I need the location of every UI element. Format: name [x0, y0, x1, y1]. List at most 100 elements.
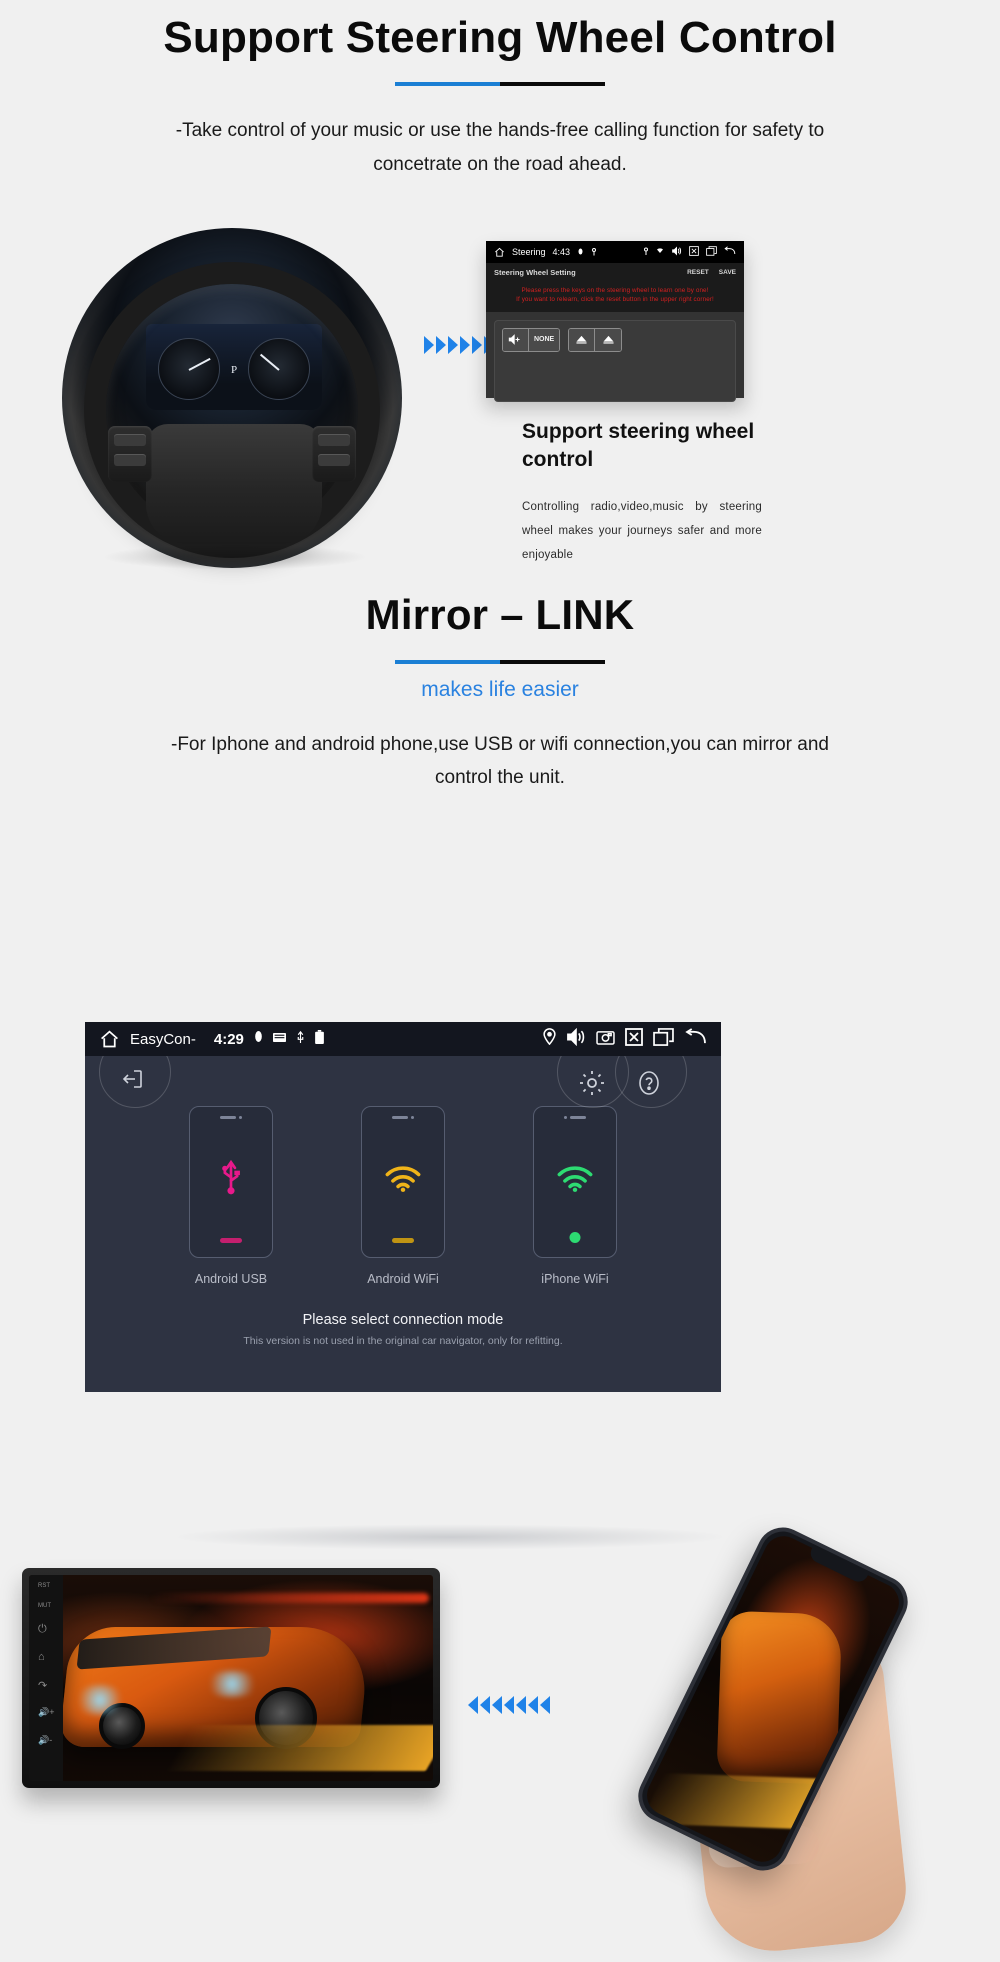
camera-icon[interactable] — [596, 1029, 615, 1050]
location-pin-icon — [543, 1028, 556, 1050]
volume-icon[interactable] — [566, 1027, 586, 1051]
triangle-up-icon-1[interactable] — [569, 328, 596, 351]
mute-label[interactable]: MUT — [38, 1603, 51, 1609]
home-icon[interactable] — [99, 1029, 120, 1050]
back-arrow-icon[interactable] — [724, 246, 736, 258]
section2-title: Mirror – LINK — [365, 591, 635, 638]
connection-mode-list: Android USB Android WiFi iPhone WiFi — [85, 1106, 721, 1286]
mode-label-android-wifi: Android WiFi — [367, 1272, 439, 1286]
sw-time: 4:43 — [552, 247, 571, 257]
phone-outline[interactable] — [361, 1106, 445, 1258]
home-icon[interactable]: ⌂ — [38, 1651, 45, 1663]
promo-page: Support Steering Wheel Control -Take con… — [0, 0, 1000, 1962]
chevrons-left-icon — [468, 1696, 550, 1714]
wheel-drop-shadow — [102, 544, 368, 570]
sd-card-icon — [272, 1030, 286, 1048]
ec-footer: Please select connection mode This versi… — [85, 1312, 721, 1347]
wheel-hub — [146, 424, 322, 544]
gear-icon[interactable] — [579, 1070, 605, 1101]
back-icon[interactable]: ↷ — [38, 1679, 47, 1692]
sw-page-title: Steering Wheel Setting — [494, 267, 576, 277]
ec-app-label: EasyCon- — [130, 1030, 196, 1048]
sw-key-group-volume[interactable]: NONE — [502, 327, 561, 352]
ec-time: 4:29 — [213, 1030, 244, 1048]
phone-outline[interactable] — [533, 1106, 617, 1258]
wifi-icon — [556, 1164, 594, 1197]
recents-icon[interactable] — [706, 246, 717, 258]
swc-key-seek — [114, 454, 146, 466]
section1-lede: -Take control of your music or use the h… — [175, 120, 825, 175]
sw-warning-line2: If you want to relearn, click the reset … — [516, 296, 714, 304]
connection-mode-iphone-wifi[interactable]: iPhone WiFi — [515, 1106, 635, 1286]
car-head-unit: RST MUT ⏻ ⌂ ↷ 🔊+ 🔊- — [22, 1568, 440, 1788]
steering-setting-screen: Steering 4:43 Steering Wheel Setting RES… — [486, 241, 744, 402]
swc-key-mode — [114, 434, 146, 446]
volume-up-icon[interactable]: 🔊+ — [38, 1707, 54, 1718]
easyconnection-screen: EasyCon- 4:29 Android USB Android WiFi i… — [85, 1022, 721, 1392]
page-title: Support Steering Wheel Control — [163, 13, 837, 62]
head-unit-button-rail: RST MUT ⏻ ⌂ ↷ 🔊+ 🔊- — [29, 1575, 63, 1781]
sw-key-group-arrows[interactable] — [568, 327, 623, 352]
location-pin-icon — [591, 247, 597, 258]
sw-warning-line1: Please press the keys on the steering wh… — [521, 287, 709, 294]
home-icon[interactable] — [494, 247, 505, 258]
gps-pin-icon — [643, 247, 649, 258]
back-arrow-icon[interactable] — [684, 1027, 707, 1051]
section2-rule — [0, 660, 1000, 665]
swc-key-voice — [318, 454, 350, 466]
road-light-trail — [165, 1725, 433, 1771]
close-box-icon[interactable] — [625, 1027, 643, 1051]
save-button[interactable]: SAVE — [719, 269, 736, 276]
recents-icon[interactable] — [653, 1027, 674, 1051]
connection-mode-android-usb[interactable]: Android USB — [171, 1106, 291, 1286]
ec-footer-note: This version is not used in the original… — [243, 1335, 563, 1347]
steering-wheel-photo: P — [62, 228, 402, 570]
power-icon[interactable]: ⏻ — [38, 1623, 47, 1636]
section2-subtitle: makes life easier — [421, 678, 579, 702]
question-mark-icon[interactable] — [636, 1070, 662, 1101]
swc-key-phone — [318, 434, 350, 446]
section2-lede: -For Iphone and android phone,use USB or… — [171, 734, 829, 789]
red-light-streak — [149, 1593, 429, 1603]
rule-black-segment — [500, 82, 605, 87]
racing-car-headlight-right — [203, 1671, 261, 1697]
rst-label[interactable]: RST — [38, 1583, 50, 1589]
phone-home-indicator — [392, 1238, 414, 1243]
wifi-icon — [656, 247, 664, 257]
sw-warning-text: Please press the keys on the steering wh… — [486, 281, 744, 312]
section1-header: Support Steering Wheel Control -Take con… — [0, 13, 1000, 181]
feature-body: Controlling radio,video,music by steerin… — [522, 500, 762, 561]
reset-button[interactable]: RESET — [687, 269, 709, 276]
triangle-up-icon-2[interactable] — [595, 328, 622, 351]
battery-icon — [315, 1029, 324, 1049]
mode-label-android-usb: Android USB — [194, 1272, 268, 1286]
phone-speaker — [564, 1116, 586, 1119]
close-box-icon[interactable] — [689, 246, 699, 258]
phone-speaker — [220, 1116, 242, 1119]
phone-home-indicator — [569, 1232, 581, 1243]
title-rule — [0, 82, 1000, 87]
steering-control-pad-left — [108, 426, 152, 482]
mirrored-light-trail — [640, 1773, 818, 1829]
mirrored-racing-car — [716, 1610, 843, 1785]
usb-icon — [216, 1158, 246, 1201]
sw-key-label-none[interactable]: NONE — [529, 328, 560, 351]
racing-car-headlight-left — [73, 1685, 127, 1715]
ec-status-bar: EasyCon- 4:29 — [85, 1022, 721, 1056]
volume-up-icon[interactable] — [503, 328, 529, 351]
volume-icon[interactable] — [671, 246, 682, 258]
sw-learn-panel: NONE — [494, 319, 736, 402]
phone-home-indicator — [220, 1238, 242, 1243]
phone-outline[interactable] — [189, 1106, 273, 1258]
section2-header: Mirror – LINK makes life easier -For Iph… — [0, 591, 1000, 795]
hand-holding-phone — [600, 1518, 930, 1958]
rule2-black-segment — [500, 660, 605, 665]
usb-icon — [296, 1030, 305, 1049]
ec-footer-main: Please select connection mode — [302, 1312, 504, 1328]
feature-heading: Support steering wheel control — [522, 420, 755, 472]
sw-body: NONE — [486, 312, 744, 410]
mirror-link-montage: RST MUT ⏻ ⌂ ↷ 🔊+ 🔊- — [0, 1518, 1000, 1962]
connection-mode-android-wifi[interactable]: Android WiFi — [343, 1106, 463, 1286]
exit-icon[interactable] — [119, 1066, 145, 1097]
volume-down-icon[interactable]: 🔊- — [38, 1735, 52, 1746]
